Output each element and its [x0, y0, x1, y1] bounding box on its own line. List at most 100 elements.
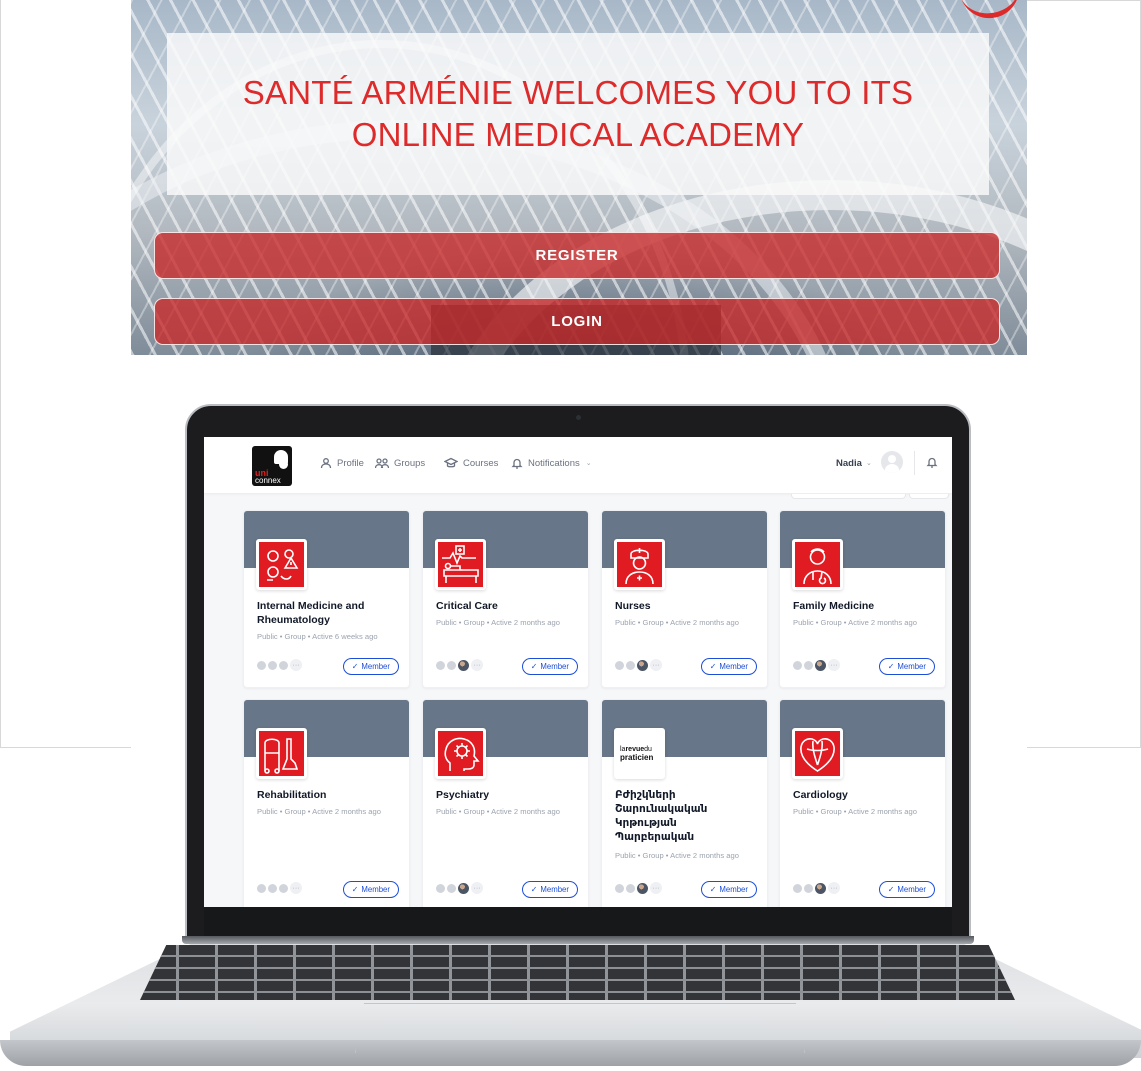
group-title[interactable]: Critical Care	[436, 599, 586, 613]
member-avatar	[268, 883, 277, 893]
member-button[interactable]: ✓ Member	[521, 881, 578, 898]
walker-icon	[264, 738, 299, 774]
nav-profile-label: Profile	[337, 457, 364, 469]
member-button[interactable]: ✓ Member	[700, 658, 757, 675]
group-title[interactable]: Psychiatry	[436, 788, 586, 802]
more-members-icon: ···	[650, 882, 662, 894]
more-members-icon: ···	[828, 882, 840, 894]
user-name[interactable]: Nadia	[836, 458, 862, 469]
group-card[interactable]: Nurses Public • Group • Active 2 months …	[601, 510, 768, 688]
member-avatar	[436, 660, 445, 670]
laptop-screen-chin	[204, 907, 952, 937]
check-icon: ✓	[709, 662, 717, 671]
member-avatar-photo	[458, 882, 469, 894]
member-button-label: Member	[719, 885, 748, 894]
member-button[interactable]: ✓ Member	[342, 658, 399, 675]
member-avatars[interactable]: ···	[436, 882, 483, 894]
nav-profile[interactable]: Profile	[320, 457, 364, 469]
member-avatars[interactable]: ···	[615, 882, 662, 894]
member-avatar-photo	[458, 659, 469, 671]
guide-line-right	[1027, 747, 1141, 748]
group-meta: Public • Group • Active 2 months ago	[615, 618, 739, 627]
group-card[interactable]: Rehabilitation Public • Group • Active 2…	[243, 699, 410, 907]
check-icon: ✓	[887, 885, 895, 894]
group-meta: Public • Group • Active 2 months ago	[436, 807, 560, 816]
group-avatar	[435, 728, 486, 779]
nav-groups-label: Groups	[394, 457, 426, 469]
member-avatars[interactable]: ···	[615, 659, 662, 671]
welcome-box: SANTÉ ARMÉNIE WELCOMES YOU TO ITS ONLINE…	[167, 33, 989, 195]
member-button-label: Member	[540, 662, 569, 671]
logo-text-connex: connex	[255, 476, 281, 485]
group-title[interactable]: Rehabilitation	[257, 788, 407, 802]
brain-gear-icon	[444, 737, 480, 771]
avatar[interactable]	[881, 451, 903, 473]
logo-puzzle-knob	[279, 460, 288, 469]
member-avatar	[804, 660, 813, 670]
laptop-keyboard-rows	[140, 945, 1015, 1000]
group-meta: Public • Group • Active 2 months ago	[793, 807, 917, 816]
group-title[interactable]: Internal Medicine and Rheumatology	[257, 599, 407, 627]
member-avatars[interactable]: ···	[793, 882, 840, 894]
more-members-icon: ···	[471, 659, 483, 671]
member-button[interactable]: ✓ Member	[342, 881, 399, 898]
revue-logo-du: du	[644, 745, 652, 753]
register-button[interactable]: REGISTER	[154, 232, 1000, 279]
revue-logo-praticien: praticien	[620, 752, 654, 762]
more-members-icon: ···	[290, 882, 302, 894]
hospital-bed-icon	[442, 545, 479, 583]
group-avatar	[256, 728, 307, 779]
revue-logo: larevuedu praticien	[617, 731, 662, 776]
member-button[interactable]: ✓ Member	[878, 658, 935, 675]
group-title[interactable]: Բժիշկների Շարունակական Կրթության Պարբերա…	[615, 788, 735, 844]
member-avatars[interactable]: ···	[257, 659, 302, 671]
group-card[interactable]: Psychiatry Public • Group • Active 2 mon…	[422, 699, 589, 907]
member-avatars[interactable]: ···	[793, 659, 840, 671]
group-title[interactable]: Family Medicine	[793, 599, 943, 613]
member-button[interactable]: ✓ Member	[700, 881, 757, 898]
group-card[interactable]: Cardiology Public • Group • Active 2 mon…	[779, 699, 946, 907]
group-meta: Public • Group • Active 6 weeks ago	[257, 632, 378, 641]
more-members-icon: ···	[650, 659, 662, 671]
member-avatars[interactable]: ···	[436, 659, 483, 671]
member-avatars[interactable]: ···	[257, 882, 302, 894]
revue-logo-top: larevuedu	[620, 746, 662, 753]
member-avatar	[447, 883, 456, 893]
group-meta: Public • Group • Active 2 months ago	[436, 618, 560, 627]
unicornnex-logo[interactable]: uni connex	[252, 446, 292, 486]
bell-icon[interactable]	[926, 456, 938, 468]
member-avatar	[615, 660, 624, 670]
group-title[interactable]: Nurses	[615, 599, 765, 613]
more-members-icon: ···	[290, 659, 302, 671]
nav-notifications[interactable]: Notifications ⌄	[511, 457, 592, 469]
nav-courses[interactable]: Courses	[444, 457, 498, 469]
member-button-label: Member	[719, 662, 748, 671]
member-avatar	[626, 883, 635, 893]
group-title[interactable]: Cardiology	[793, 788, 943, 802]
group-card[interactable]: Internal Medicine and Rheumatology Publi…	[243, 510, 410, 688]
nurse-icon	[625, 548, 654, 585]
group-avatar	[256, 539, 307, 590]
group-meta: Public • Group • Active 2 months ago	[257, 807, 381, 816]
nav-courses-label: Courses	[463, 457, 499, 469]
group-card[interactable]: Family Medicine Public • Group • Active …	[779, 510, 946, 688]
member-avatar-photo	[637, 882, 648, 894]
member-avatar	[257, 883, 266, 893]
member-button-label: Member	[540, 885, 569, 894]
laptop-screen: uni connex Profile Groups Courses Notifi…	[204, 437, 952, 907]
login-button[interactable]: LOGIN	[154, 298, 1000, 345]
member-avatar	[279, 660, 288, 670]
nav-groups[interactable]: Groups	[375, 457, 425, 469]
nav-divider	[914, 451, 915, 475]
rheumatology-icon	[267, 549, 299, 581]
group-card[interactable]: larevuedu praticien Բժիշկների Շարունակակ…	[601, 699, 768, 907]
user-icon	[320, 458, 332, 469]
heart-icon	[800, 738, 835, 772]
guide-line-left	[0, 747, 131, 748]
member-button[interactable]: ✓ Member	[878, 881, 935, 898]
member-avatar	[793, 883, 802, 893]
chevron-down-icon: ⌄	[585, 460, 592, 467]
member-button[interactable]: ✓ Member	[521, 658, 578, 675]
chevron-down-icon[interactable]: ⌄	[866, 459, 872, 467]
group-card[interactable]: Critical Care Public • Group • Active 2 …	[422, 510, 589, 688]
